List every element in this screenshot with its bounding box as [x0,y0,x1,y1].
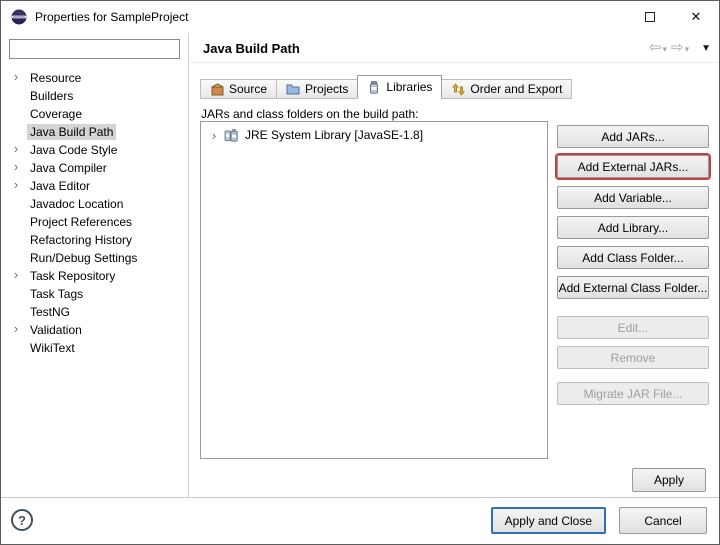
sidebar-item-refactoring-history[interactable]: Refactoring History [1,231,187,249]
expand-chevron-icon[interactable]: › [207,128,221,143]
filter-input[interactable] [9,39,180,59]
sidebar-item-wikitext[interactable]: WikiText [1,339,187,357]
list-item-jre-system-library[interactable]: › JRE System Library [JavaSE-1.8] [201,125,547,145]
sidebar-item-validation[interactable]: › Validation [1,321,187,339]
forward-arrow-icon[interactable]: ⇨ [671,38,684,58]
sidebar-item-label: Validation [27,322,85,338]
add-class-folder-button[interactable]: Add Class Folder... [557,246,709,269]
add-library-button[interactable]: Add Library... [557,216,709,239]
sidebar-item-label: Coverage [27,106,85,122]
sidebar-item-label: Java Build Path [27,124,116,140]
add-variable-button[interactable]: Add Variable... [557,186,709,209]
sidebar-item-label: WikiText [27,340,78,356]
apply-and-close-button[interactable]: Apply and Close [491,507,606,534]
sidebar-item-label: TestNG [27,304,73,320]
sidebar-item-resource[interactable]: › Resource [1,69,187,87]
cancel-button[interactable]: Cancel [619,507,707,534]
tab-order-and-export[interactable]: Order and Export [441,79,572,99]
close-icon: ✕ [691,9,702,25]
page-title: Java Build Path [203,41,300,56]
sort-arrows-icon [451,82,465,96]
sidebar-item-java-build-path[interactable]: Java Build Path [1,123,187,141]
close-button[interactable]: ✕ [673,1,719,32]
main-panel: Java Build Path ⇦ ▾ ⇨ ▾ ▼ Source Project [190,33,719,497]
tab-bar: Source Projects Libraries Order and Expo… [200,75,571,99]
eclipse-icon [11,9,27,25]
sidebar-item-java-compiler[interactable]: › Java Compiler [1,159,187,177]
sidebar: › Resource Builders Coverage Java Build P… [1,33,189,497]
sidebar-item-task-tags[interactable]: Task Tags [1,285,187,303]
list-item-label: JRE System Library [JavaSE-1.8] [245,128,423,142]
sidebar-item-label: Run/Debug Settings [27,250,140,266]
properties-dialog: Properties for SampleProject ✕ › Resource… [0,0,720,545]
sidebar-item-java-code-style[interactable]: › Java Code Style [1,141,187,159]
help-button[interactable]: ? [11,509,33,531]
edit-button: Edit... [557,316,709,339]
sidebar-tree: › Resource Builders Coverage Java Build P… [1,69,187,497]
build-path-list-label: JARs and class folders on the build path… [201,107,418,121]
sidebar-item-label: Javadoc Location [27,196,126,212]
header-nav: ⇦ ▾ ⇨ ▾ ▼ [649,38,711,58]
sidebar-item-label: Java Code Style [27,142,120,158]
tab-libraries[interactable]: Libraries [357,75,442,99]
titlebar: Properties for SampleProject ✕ [1,1,719,33]
view-menu-icon[interactable]: ▼ [701,43,711,54]
package-icon [210,82,224,96]
folder-icon [286,82,300,96]
remove-button: Remove [557,346,709,369]
expand-chevron-icon[interactable]: › [10,267,22,285]
tab-label: Source [229,82,267,96]
window-title: Properties for SampleProject [35,10,188,24]
action-button-column: Add JARs... Add External JARs... Add Var… [557,125,709,425]
sidebar-item-label: Resource [27,70,84,86]
jar-icon [367,80,381,94]
sidebar-item-label: Java Editor [27,178,93,194]
sidebar-item-task-repository[interactable]: › Task Repository [1,267,187,285]
expand-chevron-icon[interactable]: › [10,177,22,195]
sidebar-item-project-references[interactable]: Project References [1,213,187,231]
sidebar-item-label: Project References [27,214,135,230]
tab-source[interactable]: Source [200,79,277,99]
add-external-jars-button[interactable]: Add External JARs... [557,155,709,178]
main-header: Java Build Path ⇦ ▾ ⇨ ▾ ▼ [190,33,719,63]
footer-buttons: Apply and Close Cancel [491,507,707,534]
expand-chevron-icon[interactable]: › [10,321,22,339]
back-history-caret-icon[interactable]: ▾ [662,44,667,55]
back-arrow-icon[interactable]: ⇦ [649,38,662,58]
sidebar-item-label: Java Compiler [27,160,110,176]
apply-button[interactable]: Apply [632,468,706,492]
sidebar-item-javadoc-location[interactable]: Javadoc Location [1,195,187,213]
help-icon: ? [18,513,26,528]
sidebar-item-label: Refactoring History [27,232,135,248]
sidebar-item-label: Task Repository [27,268,118,284]
add-jars-button[interactable]: Add JARs... [557,125,709,148]
maximize-icon [645,12,655,22]
add-external-class-folder-button[interactable]: Add External Class Folder... [557,276,709,299]
tab-label: Libraries [386,80,432,94]
sidebar-item-run-debug-settings[interactable]: Run/Debug Settings [1,249,187,267]
expand-chevron-icon[interactable]: › [10,69,22,87]
tab-label: Order and Export [470,82,562,96]
expand-chevron-icon[interactable]: › [10,159,22,177]
sidebar-item-testng[interactable]: TestNG [1,303,187,321]
sidebar-item-coverage[interactable]: Coverage [1,105,187,123]
sidebar-item-builders[interactable]: Builders [1,87,187,105]
expand-chevron-icon[interactable]: › [10,141,22,159]
migrate-jar-file-button: Migrate JAR File... [557,382,709,405]
forward-history-caret-icon[interactable]: ▾ [685,44,690,55]
sidebar-item-label: Builders [27,88,76,104]
sidebar-item-java-editor[interactable]: › Java Editor [1,177,187,195]
tab-label: Projects [305,82,348,96]
maximize-button[interactable] [627,1,673,32]
window-controls: ✕ [627,1,719,32]
sidebar-item-label: Task Tags [27,286,86,302]
footer-bar: ? Apply and Close Cancel [1,497,719,544]
tab-projects[interactable]: Projects [276,79,358,99]
build-path-list[interactable]: › JRE System Library [JavaSE-1.8] [200,121,548,459]
library-jars-icon [223,128,240,142]
